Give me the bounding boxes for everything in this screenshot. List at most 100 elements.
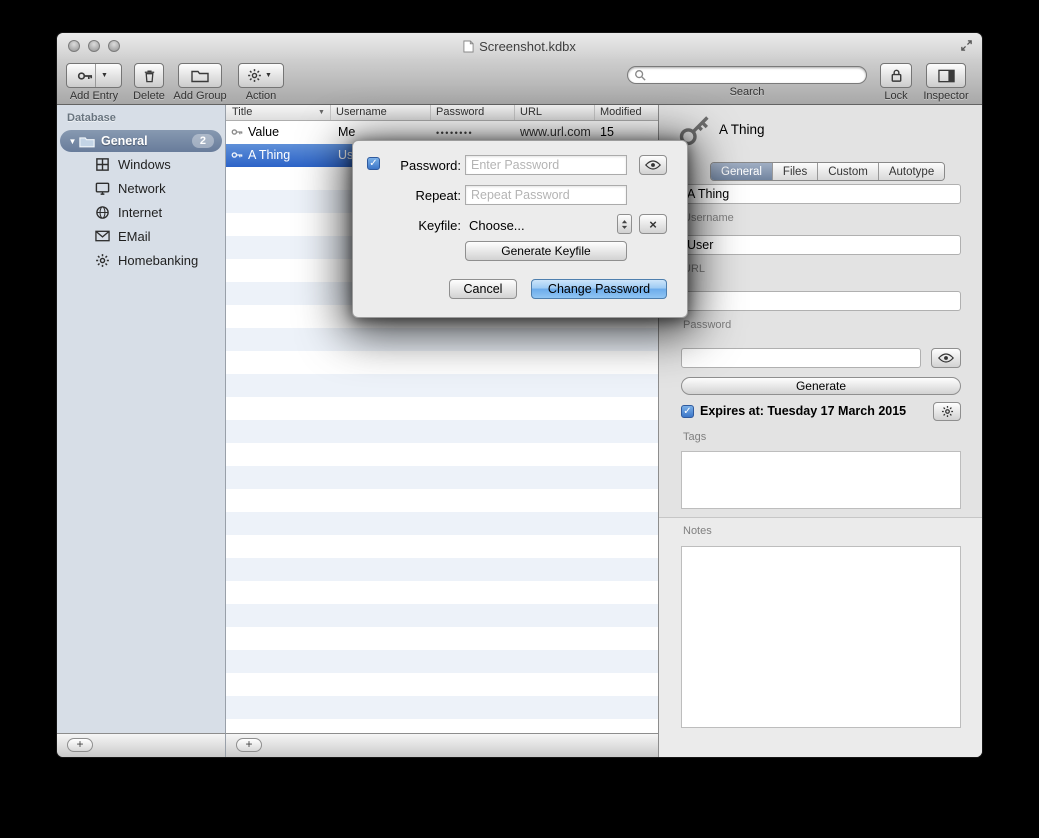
- disclosure-triangle-icon[interactable]: ▼: [66, 137, 79, 146]
- change-password-button[interactable]: Change Password: [531, 279, 667, 299]
- dialog-repeat-label: Repeat:: [383, 188, 461, 203]
- column-header-url[interactable]: URL: [520, 106, 542, 118]
- sidebar-item-windows[interactable]: Windows: [57, 152, 225, 176]
- gear-icon: [95, 253, 110, 268]
- sidebar-item-label: Windows: [118, 157, 171, 172]
- sidebar-item-general[interactable]: ▼ General 2: [60, 130, 222, 152]
- tags-field[interactable]: [681, 451, 961, 509]
- eye-icon: [645, 160, 661, 170]
- divider: [95, 64, 96, 87]
- search-input[interactable]: [646, 68, 866, 82]
- generate-keyfile-button[interactable]: Generate Keyfile: [465, 241, 627, 261]
- folder-icon: [79, 135, 95, 148]
- column-divider[interactable]: [514, 105, 515, 120]
- dialog-password-label: Password:: [383, 158, 461, 173]
- toolbar: ▼ Add Entry Delete Add Group ▼ Action: [57, 59, 982, 105]
- notes-field[interactable]: [681, 546, 961, 728]
- dialog-password-input[interactable]: [465, 155, 627, 175]
- sidebar-item-label: EMail: [118, 229, 151, 244]
- gear-icon: [247, 68, 262, 83]
- dialog-repeat-input[interactable]: [465, 185, 627, 205]
- sidebar-item-label: Network: [118, 181, 166, 196]
- window-title-wrap: Screenshot.kdbx: [57, 33, 982, 59]
- tab-files[interactable]: Files: [773, 163, 818, 180]
- key-icon: [77, 68, 93, 84]
- delete-label: Delete: [129, 90, 169, 102]
- title-field[interactable]: [681, 184, 961, 204]
- column-divider[interactable]: [330, 105, 331, 120]
- sidebar-item-network[interactable]: Network: [57, 176, 225, 200]
- dialog-keyfile-label: Keyfile:: [383, 218, 461, 233]
- tab-autotype[interactable]: Autotype: [879, 163, 944, 180]
- titlebar[interactable]: Screenshot.kdbx: [57, 33, 982, 59]
- cell-title: A Thing: [248, 148, 290, 162]
- inspector-tabs: General Files Custom Autotype: [710, 162, 945, 181]
- add-group-plus-button[interactable]: +: [67, 738, 93, 752]
- username-field[interactable]: [681, 235, 961, 255]
- sidebar: Database ▼ General 2 Windows Network Int…: [57, 105, 226, 733]
- windows-icon: [95, 157, 110, 172]
- password-label: Password: [683, 319, 731, 331]
- column-divider[interactable]: [430, 105, 431, 120]
- generate-password-button[interactable]: Generate: [681, 377, 961, 395]
- group-label: General: [101, 134, 192, 148]
- delete-button[interactable]: [134, 63, 164, 88]
- expires-settings-button[interactable]: [933, 402, 961, 421]
- envelope-icon: [95, 230, 110, 242]
- key-icon: [231, 126, 243, 138]
- clear-keyfile-button[interactable]: ×: [639, 214, 667, 234]
- cancel-button[interactable]: Cancel: [449, 279, 517, 299]
- tab-general[interactable]: General: [711, 163, 773, 180]
- search-item: Search: [623, 63, 871, 98]
- popup-stepper-icon[interactable]: [617, 214, 632, 234]
- chevron-down-icon[interactable]: ▼: [262, 72, 275, 79]
- key-icon: [231, 149, 243, 161]
- gear-icon: [941, 405, 954, 418]
- add-entry-item: ▼ Add Entry: [65, 63, 123, 102]
- inspector-panel-icon: [938, 69, 955, 83]
- folder-icon: [191, 68, 209, 83]
- username-label: Username: [683, 212, 734, 224]
- tab-custom[interactable]: Custom: [818, 163, 879, 180]
- password-enable-checkbox[interactable]: ✓: [367, 157, 380, 170]
- column-header-title[interactable]: Title: [232, 106, 252, 118]
- inspector-button[interactable]: [926, 63, 966, 88]
- window-title: Screenshot.kdbx: [479, 39, 576, 54]
- password-field[interactable]: [681, 348, 921, 368]
- column-divider[interactable]: [594, 105, 595, 120]
- add-group-button[interactable]: [178, 63, 222, 88]
- lock-button[interactable]: [880, 63, 912, 88]
- close-icon: ×: [649, 218, 657, 231]
- expires-checkbox[interactable]: ✓: [681, 405, 694, 418]
- inspector-item: Inspector: [917, 63, 975, 102]
- chevron-down-icon[interactable]: ▼: [98, 72, 111, 79]
- show-password-button[interactable]: [931, 348, 961, 368]
- add-entry-plus-button[interactable]: +: [236, 738, 262, 752]
- search-label: Search: [623, 86, 871, 98]
- globe-icon: [95, 205, 110, 220]
- action-button[interactable]: ▼: [238, 63, 284, 88]
- url-field[interactable]: [681, 291, 961, 311]
- trash-icon: [142, 68, 157, 84]
- sort-indicator-icon[interactable]: ▼: [318, 109, 325, 116]
- column-header-modified[interactable]: Modified: [600, 106, 642, 118]
- add-entry-label: Add Entry: [65, 90, 123, 102]
- entry-title: A Thing: [719, 122, 765, 137]
- column-header-username[interactable]: Username: [336, 106, 387, 118]
- dialog-show-password-button[interactable]: [639, 155, 667, 175]
- list-bottom-bar: +: [226, 733, 658, 757]
- delete-item: Delete: [129, 63, 169, 102]
- sidebar-item-homebanking[interactable]: Homebanking: [57, 248, 225, 272]
- sidebar-item-internet[interactable]: Internet: [57, 200, 225, 224]
- sidebar-item-email[interactable]: EMail: [57, 224, 225, 248]
- group-count-badge: 2: [192, 134, 214, 148]
- keyfile-popup-button[interactable]: Choose...: [469, 218, 525, 233]
- add-entry-button[interactable]: ▼: [66, 63, 122, 88]
- column-header-password[interactable]: Password: [436, 106, 484, 118]
- change-password-dialog: ✓ Password: Repeat: Keyfile: Choose... ×…: [352, 140, 688, 318]
- inspector-label: Inspector: [917, 90, 975, 102]
- lock-label: Lock: [875, 90, 917, 102]
- cell-modified: 15: [600, 125, 614, 139]
- search-field[interactable]: [627, 66, 867, 84]
- fullscreen-icon[interactable]: [960, 39, 973, 52]
